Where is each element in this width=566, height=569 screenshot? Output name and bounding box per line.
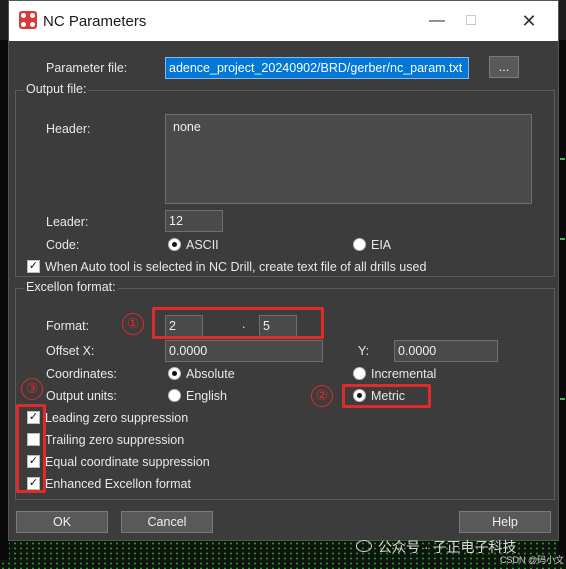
leader-label: Leader: — [46, 215, 89, 229]
output-units-label: Output units: — [46, 389, 117, 403]
equal-coordinate-label: Equal coordinate suppression — [45, 455, 210, 469]
coordinates-absolute-label: Absolute — [186, 367, 235, 381]
code-ascii-radio[interactable] — [168, 238, 181, 251]
output-file-group-title: Output file: — [24, 82, 89, 96]
format-highlight-box — [152, 307, 324, 339]
units-english-label: English — [186, 389, 227, 403]
excellon-format-group-title: Excellon format: — [24, 280, 118, 294]
help-button[interactable]: Help — [459, 511, 551, 533]
minimize-icon[interactable]: — — [423, 9, 451, 33]
cancel-button[interactable]: Cancel — [121, 511, 213, 533]
watermark-credit: CSDN @码小文 — [500, 555, 565, 565]
coordinates-absolute-radio[interactable] — [168, 367, 181, 380]
parameter-file-input[interactable]: adence_project_20240902/BRD/gerber/nc_pa… — [165, 57, 469, 79]
auto-tool-checkbox[interactable]: ✓ — [27, 260, 40, 273]
checkmark-icon: ✓ — [28, 260, 39, 272]
header-label: Header: — [46, 122, 91, 136]
leader-input[interactable]: 12 — [165, 210, 223, 232]
enhanced-excellon-label: Enhanced Excellon format — [45, 477, 191, 491]
ok-button[interactable]: OK — [16, 511, 108, 533]
browse-button[interactable]: ... — [489, 56, 519, 78]
units-english-radio[interactable] — [168, 389, 181, 402]
wechat-icon — [356, 540, 372, 552]
code-eia-radio[interactable] — [353, 238, 366, 251]
parameter-file-label: Parameter file: — [46, 61, 128, 75]
trailing-zero-label: Trailing zero suppression — [45, 433, 185, 447]
pcb-background-right — [558, 40, 566, 560]
title-bar: NC Parameters — □ ✕ — [9, 1, 558, 41]
window-title: NC Parameters — [43, 13, 147, 30]
code-ascii-label: ASCII — [186, 238, 219, 252]
watermark-text: 公众号 · 子正电子科技 — [378, 539, 517, 555]
coordinates-incremental-radio[interactable] — [353, 367, 366, 380]
offset-y-input[interactable]: 0.0000 — [394, 340, 498, 362]
offset-y-label: Y: — [358, 344, 370, 358]
metric-highlight-box — [342, 384, 431, 408]
auto-tool-label: When Auto tool is selected in NC Drill, … — [45, 260, 427, 274]
annotation-one: ① — [122, 313, 144, 335]
coordinates-label: Coordinates: — [46, 367, 117, 381]
close-icon[interactable]: ✕ — [515, 9, 543, 33]
header-textarea[interactable]: none — [165, 114, 532, 204]
maximize-icon[interactable]: □ — [457, 9, 485, 33]
coordinates-incremental-label: Incremental — [371, 367, 437, 381]
offset-x-input[interactable]: 0.0000 — [165, 340, 323, 362]
annotation-three: ③ — [21, 378, 43, 400]
checkbox-highlight-box — [16, 404, 46, 493]
app-icon — [19, 11, 37, 29]
offset-x-label: Offset X: — [46, 344, 95, 358]
nc-parameters-dialog: NC Parameters — □ ✕ Parameter file: aden… — [8, 0, 559, 541]
format-label: Format: — [46, 319, 90, 333]
code-label: Code: — [46, 238, 80, 252]
code-eia-label: EIA — [371, 238, 392, 252]
annotation-two: ② — [311, 385, 333, 407]
leading-zero-label: Leading zero suppression — [45, 411, 189, 425]
